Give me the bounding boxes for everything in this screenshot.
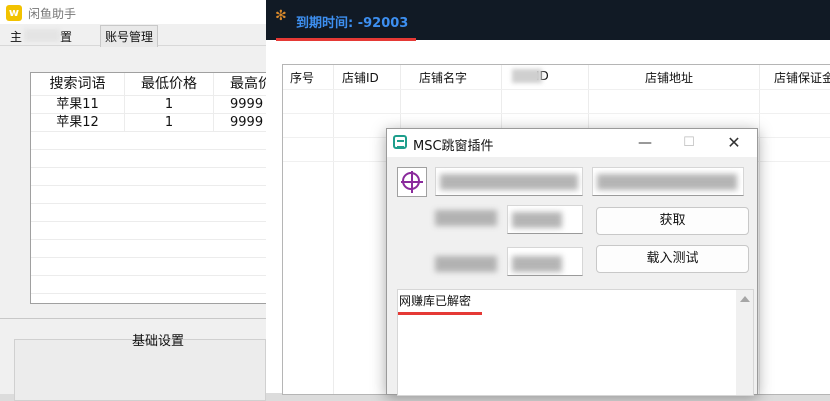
masked-field-1[interactable]	[435, 167, 583, 196]
column-shop-deposit: 店铺保证金	[760, 65, 830, 394]
maximize-button[interactable]: ☐	[675, 131, 703, 155]
table-row-empty	[31, 168, 267, 186]
cell-max-price: 9999	[230, 115, 264, 130]
dialog-title: MSC跳窗插件	[413, 139, 494, 154]
cell-keyword: 苹果12	[31, 114, 125, 131]
tab-main[interactable]: 主	[10, 28, 22, 45]
cell-max-price: 9999	[230, 97, 264, 112]
dialog-app-icon	[393, 135, 407, 149]
table-row-empty	[31, 150, 267, 168]
column-header-shop-name[interactable]: 店铺名字	[419, 69, 467, 86]
redacted-header-text	[512, 69, 542, 83]
table-row[interactable]: 苹果11 1 9999	[31, 96, 267, 114]
column-header-shop-deposit[interactable]: 店铺保证金	[774, 69, 830, 86]
left-titlebar: w 闲鱼助手	[0, 0, 266, 24]
crosshair-target-icon[interactable]	[397, 167, 427, 197]
column-header-shop-address[interactable]: 店铺地址	[645, 69, 693, 86]
cell-min-price: 1	[125, 114, 214, 131]
msc-plugin-dialog: MSC跳窗插件 — ☐ ✕ 获取 载入测试 网赚库已解密	[386, 128, 758, 396]
redacted-label	[435, 256, 497, 272]
redacted-tab-text	[24, 29, 60, 42]
close-button[interactable]: ✕	[720, 131, 748, 155]
cell-keyword: 苹果11	[31, 96, 125, 113]
bug-icon: ✻	[275, 8, 287, 24]
masked-field-2[interactable]	[592, 167, 744, 196]
table-row-empty	[31, 132, 267, 150]
redacted-label	[435, 210, 497, 226]
masked-input-b[interactable]	[507, 247, 583, 276]
column-header-min-price[interactable]: 最低价格	[125, 73, 214, 95]
redacted-content	[512, 212, 562, 228]
minimize-button[interactable]: —	[631, 131, 659, 155]
dialog-titlebar[interactable]: MSC跳窗插件 — ☐ ✕	[387, 129, 757, 157]
expiry-time-label: 到期时间: -92003	[296, 16, 409, 31]
tab-account-management[interactable]: 账号管理	[100, 25, 159, 47]
left-app-window: w 闲鱼助手 主 置 账号管理 搜索词语 最低价格 最高价 苹果11 1 999…	[0, 0, 267, 401]
column-header-keyword[interactable]: 搜索词语	[31, 73, 125, 95]
base-settings-panel: 基础设置	[0, 318, 266, 401]
table-row-empty	[31, 276, 267, 294]
left-tab-bar: 主 置 账号管理	[0, 25, 266, 47]
right-header-bar: ✻ 到期时间: -92003	[266, 0, 830, 41]
column-index: 序号	[283, 65, 334, 394]
left-window-title: 闲鱼助手	[28, 7, 77, 21]
log-scrollbar[interactable]	[736, 290, 753, 395]
table-row-empty	[31, 222, 267, 240]
column-header-index[interactable]: 序号	[290, 69, 314, 86]
redacted-content	[440, 174, 578, 190]
table-row-empty	[31, 186, 267, 204]
column-header-max-price[interactable]: 最高价	[214, 73, 267, 95]
column-header-shop-id[interactable]: 店铺ID	[342, 69, 379, 86]
log-message: 网赚库已解密	[399, 294, 472, 308]
log-output-area[interactable]: 网赚库已解密	[397, 289, 754, 396]
load-test-button[interactable]: 载入测试	[596, 245, 749, 273]
red-underline-annotation	[398, 312, 482, 315]
scroll-up-arrow-icon[interactable]	[740, 296, 750, 302]
grid-line	[283, 89, 830, 90]
table-header-row: 搜索词语 最低价格 最高价	[31, 73, 267, 96]
table-row-empty	[31, 204, 267, 222]
table-row[interactable]: 苹果12 1 9999	[31, 114, 267, 132]
red-underline-annotation	[276, 38, 416, 41]
keyword-table[interactable]: 搜索词语 最低价格 最高价 苹果11 1 9999 苹果12 1 9999	[30, 72, 267, 304]
tab-settings[interactable]: 置	[60, 28, 72, 45]
masked-input-a[interactable]	[507, 205, 583, 234]
cell-min-price: 1	[125, 96, 214, 113]
base-settings-title: 基础设置	[132, 334, 185, 349]
redacted-content	[597, 174, 737, 190]
table-row-empty	[31, 240, 267, 258]
table-row-empty	[31, 258, 267, 276]
app-logo-icon: w	[6, 5, 22, 21]
grid-line	[283, 113, 830, 114]
redacted-content	[512, 256, 562, 272]
fetch-button[interactable]: 获取	[596, 207, 749, 235]
